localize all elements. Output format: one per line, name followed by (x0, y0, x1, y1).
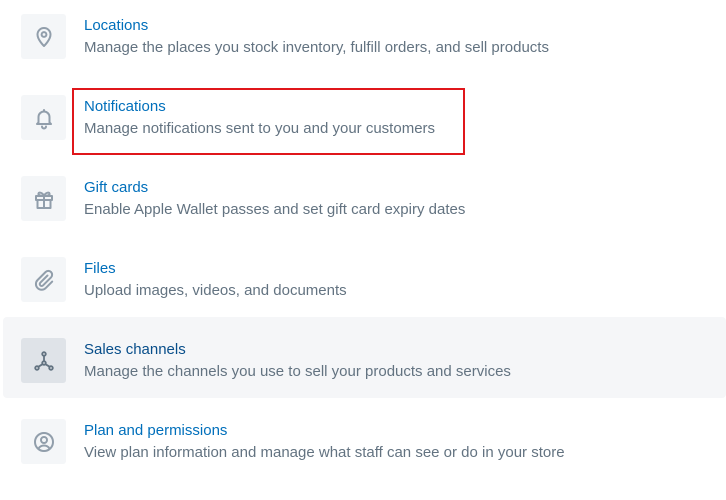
settings-item-description: Upload images, videos, and documents (84, 282, 347, 299)
settings-item-title: Locations (84, 17, 149, 34)
settings-item-notifications[interactable]: Notifications Manage notifications sent … (3, 74, 726, 155)
gift-icon (21, 176, 66, 221)
settings-item-title: Notifications (84, 98, 166, 115)
settings-item-description: Manage notifications sent to you and you… (84, 120, 436, 137)
settings-item-sales-channels[interactable]: Sales channels Manage the channels you u… (3, 317, 726, 398)
channels-icon (21, 338, 66, 383)
settings-item-description: Manage the places you stock inventory, f… (84, 39, 549, 56)
settings-item-gift-cards[interactable]: Gift cards Enable Apple Wallet passes an… (3, 155, 726, 236)
settings-list: Locations Manage the places you stock in… (0, 0, 726, 500)
settings-item-title: Gift cards (84, 179, 149, 196)
settings-item-description: Enable Apple Wallet passes and set gift … (84, 201, 466, 218)
settings-item-description: Manage the channels you use to sell your… (84, 363, 511, 380)
settings-item-plan-and-permissions[interactable]: Plan and permissions View plan informati… (3, 398, 726, 479)
bell-icon (21, 95, 66, 140)
settings-item-files[interactable]: Files Upload images, videos, and documen… (3, 236, 726, 317)
settings-item-title: Sales channels (84, 341, 186, 358)
settings-item-description: View plan information and manage what st… (84, 444, 565, 461)
location-pin-icon (21, 14, 66, 59)
paperclip-icon (21, 257, 66, 302)
settings-item-locations[interactable]: Locations Manage the places you stock in… (3, 0, 726, 74)
settings-item-title: Plan and permissions (84, 422, 228, 439)
user-circle-icon (21, 419, 66, 464)
settings-item-title: Files (84, 260, 116, 277)
